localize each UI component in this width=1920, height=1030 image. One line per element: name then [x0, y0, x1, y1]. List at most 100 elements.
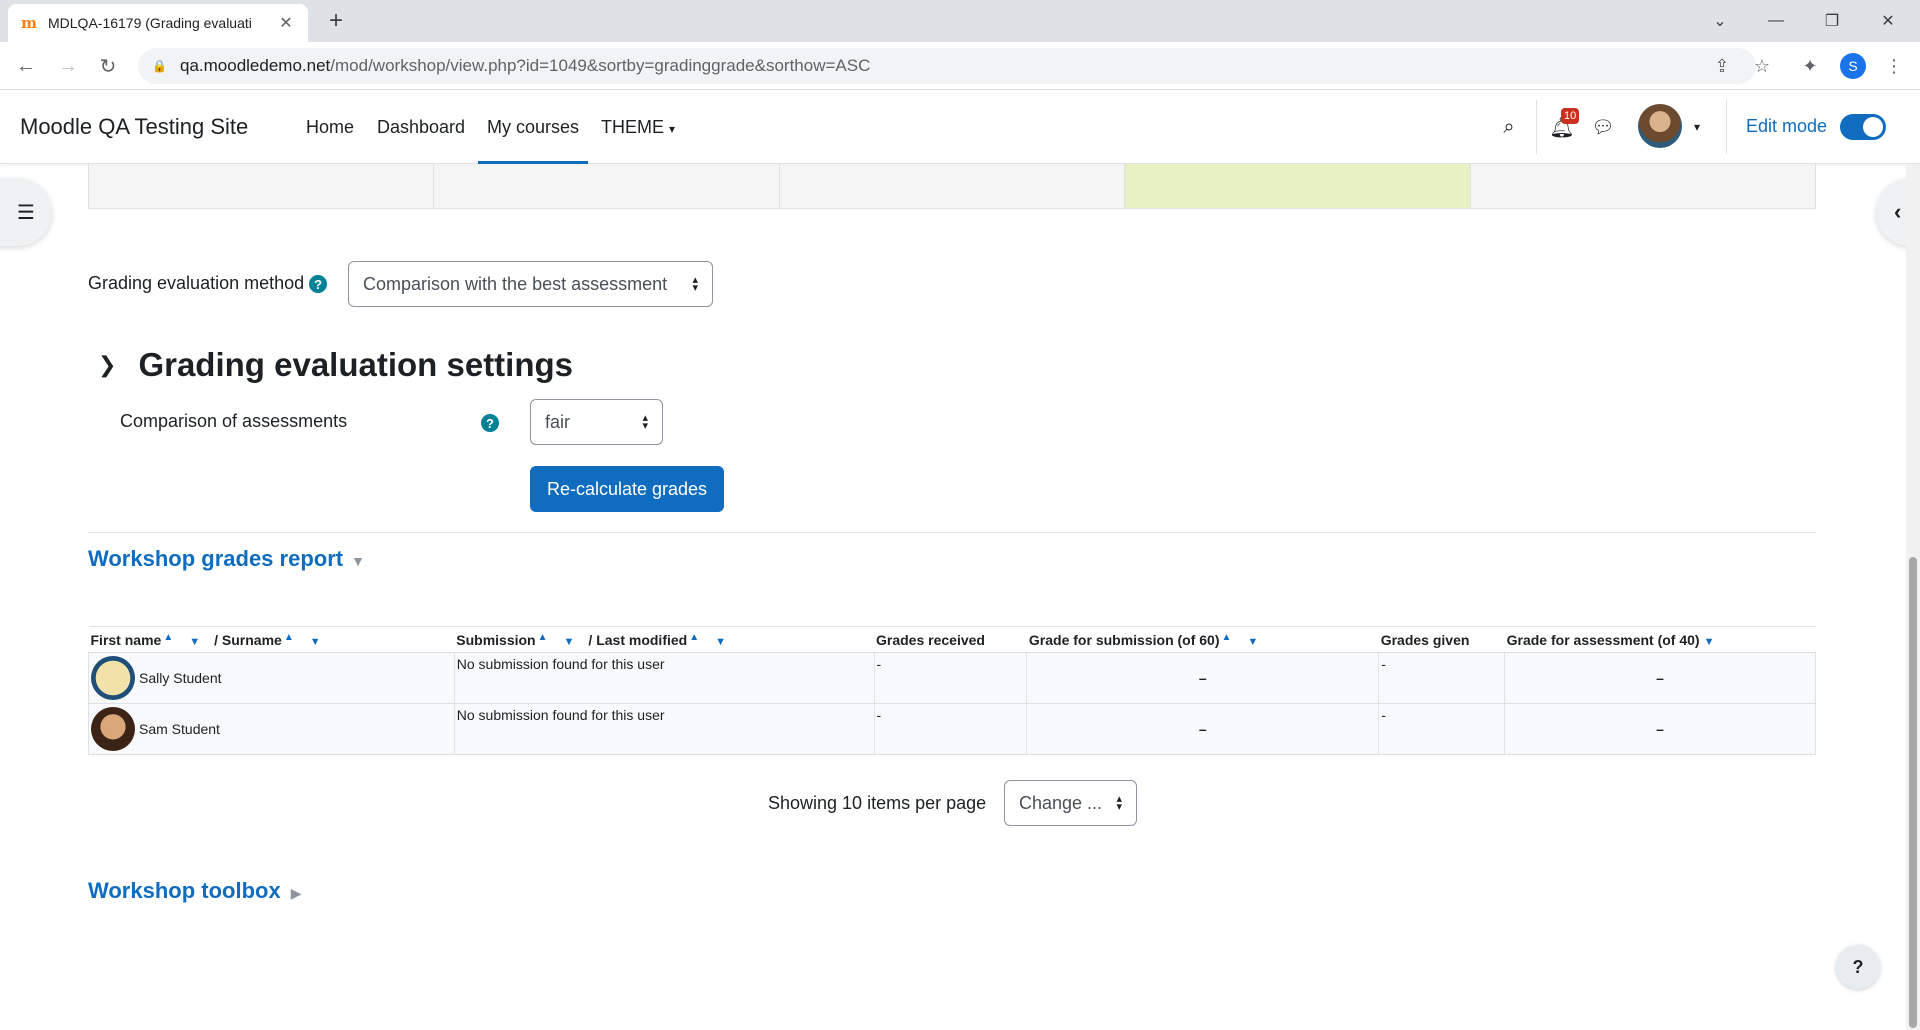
sort-desc-icon[interactable]: ▼: [715, 636, 726, 648]
comparison-label: Comparison of assessments: [120, 411, 348, 431]
tab-search-icon[interactable]: ⌄: [1692, 0, 1748, 42]
student-avatar[interactable]: [91, 707, 135, 751]
select-caret-icon: ▴ ▾: [1116, 793, 1122, 813]
moodle-favicon-icon: m: [21, 14, 37, 32]
toggle-knob: [1863, 117, 1883, 137]
notification-count-badge: 10: [1561, 108, 1580, 124]
workshop-toolbox-heading[interactable]: Workshop toolbox ▶: [88, 878, 301, 904]
per-page-select[interactable]: Change ... ▴ ▾: [1004, 780, 1137, 826]
browser-menu-icon[interactable]: ⋮: [1880, 52, 1908, 80]
nav-home[interactable]: Home: [306, 117, 354, 138]
col-grade-assessment: Grade for assessment (of 40) ▼: [1504, 626, 1816, 653]
collapse-chevron-icon: ❯: [98, 352, 117, 377]
scrollbar-thumb[interactable]: [1909, 557, 1917, 1028]
sort-grade-submission[interactable]: Grade for submission (of 60): [1029, 632, 1220, 648]
sort-grade-assessment[interactable]: Grade for assessment (of 40): [1507, 632, 1700, 648]
back-icon[interactable]: ←: [12, 52, 40, 80]
student-name[interactable]: Sally Student: [139, 670, 222, 686]
edit-mode-toggle[interactable]: [1840, 114, 1886, 140]
help-icon[interactable]: ?: [481, 414, 499, 432]
phase-cell: [1470, 164, 1816, 208]
recalculate-grades-button[interactable]: Re-calculate grades: [530, 466, 724, 512]
sort-last-modified[interactable]: / Last modified: [588, 632, 687, 648]
expand-triangle-icon: ▶: [290, 885, 302, 901]
submission-cell: No submission found for this user: [453, 703, 875, 755]
divider: [88, 532, 1816, 533]
sort-desc-icon[interactable]: ▼: [189, 636, 200, 648]
sort-desc-icon[interactable]: ▼: [1704, 636, 1715, 648]
col-submission: Submission ▲ ▼ / Last modified ▲ ▼: [454, 626, 874, 653]
share-icon[interactable]: ⇪: [1708, 52, 1736, 80]
sort-asc-icon[interactable]: ▲: [538, 632, 548, 643]
grades-report-heading[interactable]: Workshop grades report ▼: [88, 546, 365, 572]
lock-icon: 🔒: [152, 59, 167, 73]
user-menu-chevron-icon[interactable]: ▾: [1682, 112, 1712, 142]
chevron-down-icon: ▾: [669, 122, 676, 136]
new-tab-icon[interactable]: +: [322, 8, 350, 36]
col-grades-received: Grades received: [874, 626, 1027, 653]
sort-desc-icon[interactable]: ▼: [1247, 636, 1258, 648]
extensions-icon[interactable]: ✦: [1796, 52, 1824, 80]
grading-method-select[interactable]: Comparison with the best assessment ▴ ▾: [348, 261, 713, 307]
phase-cell-current: [1125, 164, 1471, 208]
table-row: Sam Student No submission found for this…: [88, 703, 1816, 755]
comparison-select[interactable]: fair ▴ ▾: [530, 399, 663, 445]
grade-submission-cell: –: [1026, 652, 1380, 704]
minimize-icon[interactable]: —: [1748, 0, 1804, 42]
course-index-drawer-toggle[interactable]: ☰: [0, 178, 52, 246]
sort-desc-icon[interactable]: ▼: [310, 636, 321, 648]
phase-table-bottom: [88, 164, 1816, 209]
url-host: qa.moodledemo.net: [180, 56, 331, 75]
list-icon: ☰: [17, 201, 35, 224]
grades-received-cell: -: [873, 652, 1028, 704]
settings-section-heading[interactable]: ❯ Grading evaluation settings: [98, 346, 573, 384]
sort-asc-icon[interactable]: ▲: [689, 632, 699, 643]
reload-icon[interactable]: ↻: [94, 52, 122, 80]
tab-close-icon[interactable]: ✕: [276, 13, 296, 33]
browser-tab[interactable]: m MDLQA-16179 (Grading evaluati ✕: [8, 4, 308, 42]
window-close-icon[interactable]: ✕: [1860, 0, 1916, 42]
col-grade-submission: Grade for submission (of 60) ▲ ▼: [1026, 626, 1379, 653]
page-scrollbar[interactable]: [1906, 164, 1920, 1030]
site-name[interactable]: Moodle QA Testing Site: [20, 114, 248, 140]
nav-dashboard[interactable]: Dashboard: [377, 117, 465, 138]
student-avatar[interactable]: [91, 656, 135, 700]
sort-asc-icon[interactable]: ▲: [163, 632, 173, 643]
bookmark-star-icon[interactable]: ☆: [1748, 52, 1776, 80]
user-avatar[interactable]: [1638, 104, 1682, 148]
phase-cell: [779, 164, 1126, 208]
sort-submission[interactable]: Submission: [456, 632, 535, 648]
restore-icon[interactable]: ❐: [1804, 0, 1860, 42]
help-button[interactable]: ?: [1836, 945, 1880, 989]
grade-assessment-cell: –: [1504, 703, 1816, 755]
nav-my-courses[interactable]: My courses: [477, 117, 589, 164]
messages-icon[interactable]: 💬︎: [1588, 112, 1618, 142]
student-name[interactable]: Sam Student: [139, 721, 220, 737]
grades-report-heading-text: Workshop grades report: [88, 546, 344, 571]
grading-method-label: Grading evaluation method ?: [88, 273, 328, 294]
select-caret-icon: ▴ ▾: [692, 274, 698, 294]
sort-desc-icon[interactable]: ▼: [564, 636, 575, 648]
select-caret-icon: ▴ ▾: [642, 412, 648, 432]
table-row: Sally Student No submission found for th…: [88, 652, 1816, 704]
col-name: First name ▲ ▼ / Surname ▲ ▼: [88, 626, 455, 653]
sort-first-name[interactable]: First name: [91, 632, 162, 648]
grade-assessment-cell: –: [1504, 652, 1816, 704]
browser-profile-avatar[interactable]: S: [1840, 53, 1866, 79]
grades-given-cell: -: [1378, 652, 1506, 704]
address-bar[interactable]: 🔒 qa.moodledemo.net/mod/workshop/view.ph…: [138, 48, 1756, 84]
sort-asc-icon[interactable]: ▲: [284, 632, 294, 643]
sort-surname[interactable]: / Surname: [214, 632, 282, 648]
student-cell: Sally Student: [88, 652, 455, 704]
help-icon[interactable]: ?: [309, 275, 328, 294]
forward-icon[interactable]: →: [54, 52, 82, 80]
browser-toolbar: ← → ↻ 🔒 qa.moodledemo.net/mod/workshop/v…: [0, 42, 1920, 90]
grades-received-cell: -: [873, 703, 1028, 755]
nav-theme[interactable]: THEME ▾: [601, 117, 675, 138]
sort-asc-icon[interactable]: ▲: [1222, 632, 1232, 643]
chevron-left-icon: ‹: [1894, 199, 1902, 224]
expand-triangle-icon: ▼: [351, 553, 365, 569]
phase-cell: [89, 164, 435, 208]
search-icon[interactable]: ⌕: [1494, 112, 1524, 142]
tab-title: MDLQA-16179 (Grading evaluati: [48, 15, 252, 31]
